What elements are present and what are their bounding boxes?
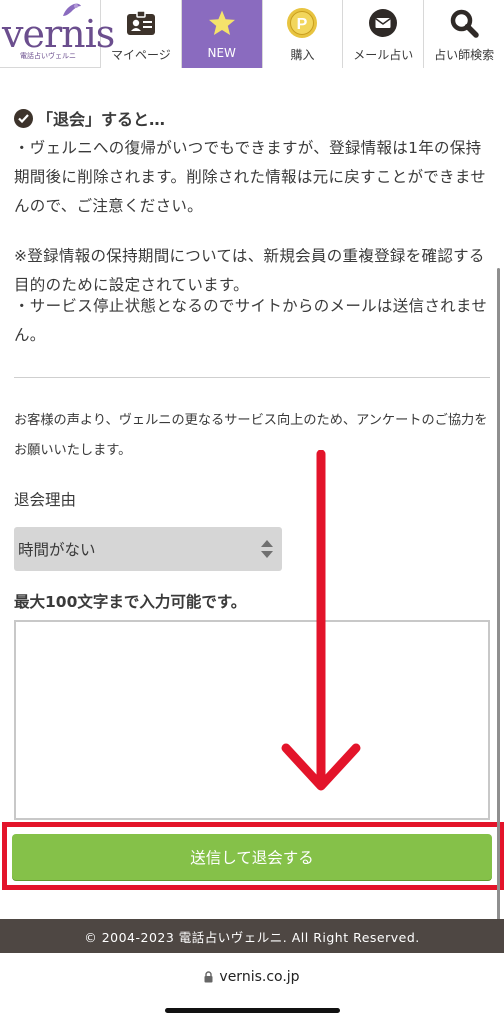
nav-item-new[interactable]: NEW [180, 0, 262, 68]
select-arrows-icon [261, 540, 273, 558]
site-header: vernis 電話占いヴェルニ マイページ NEW P 購入 メール占い 占い師… [0, 0, 504, 68]
id-card-icon [125, 7, 157, 39]
browser-url[interactable]: vernis.co.jp [0, 969, 504, 985]
nav-item-purchase[interactable]: P 購入 [261, 0, 343, 68]
coin-icon: P [286, 7, 318, 39]
browser-bottom-bar: vernis.co.jp [0, 953, 504, 1024]
page-scrollbar[interactable] [497, 268, 500, 948]
nav-label-fortune-teller-search: 占い師検索 [434, 48, 495, 62]
site-footer: © 2004-2023 電話占いヴェルニ. All Right Reserved… [0, 919, 504, 953]
lock-icon [204, 971, 213, 983]
logo-text: vernis [2, 12, 115, 56]
mail-icon [367, 7, 399, 39]
nav-item-mail-reading[interactable]: メール占い [342, 0, 424, 68]
withdrawal-reason-select[interactable]: 時間がない [14, 527, 282, 571]
search-icon [448, 7, 480, 39]
nav-label-purchase: 購入 [290, 48, 315, 62]
check-circle-icon [14, 108, 33, 128]
home-indicator [165, 1008, 340, 1013]
submit-withdraw-button[interactable]: 送信して退会する [12, 834, 492, 880]
star-icon [206, 7, 238, 39]
notice-paragraph-email: ・サービス停止状態となるのでサイトからのメールは送信されません。 [14, 297, 488, 344]
nav-label-mail-reading: メール占い [353, 48, 414, 62]
browser-url-text: vernis.co.jp [219, 969, 300, 985]
logo-subtitle: 電話占いヴェルニ [20, 52, 76, 60]
nav-label-mypage: マイページ [111, 48, 171, 62]
notice-paragraph-retention: ・ヴェルニへの復帰がいつでもできますが、登録情報は1年の保持期間後に削除されます… [14, 139, 486, 215]
nav-item-fortune-teller-search[interactable]: 占い師検索 [423, 0, 504, 68]
notice-title-text: 「退会」すると… [37, 110, 166, 129]
flower-icon [63, 3, 81, 17]
section-divider [14, 377, 490, 378]
svg-text:P: P [297, 16, 308, 33]
withdrawal-reason-label: 退会理由 [14, 491, 77, 509]
comment-textarea[interactable] [14, 620, 490, 820]
withdrawal-notice-title: 「退会」すると… [14, 106, 165, 130]
nav-label-new: NEW [207, 46, 236, 60]
comment-max-length-label: 最大100文字まで入力可能です。 [14, 593, 247, 611]
copyright-text: © 2004-2023 電話占いヴェルニ. All Right Reserved… [84, 929, 420, 945]
withdrawal-reason-value: 時間がない [18, 541, 96, 559]
survey-intro: お客様の声より、ヴェルニの更なるサービス向上のため、アンケートのご協力をお願いい… [14, 413, 488, 458]
down-arrow-annotation [281, 450, 361, 791]
vernis-logo[interactable]: vernis 電話占いヴェルニ [0, 0, 115, 68]
